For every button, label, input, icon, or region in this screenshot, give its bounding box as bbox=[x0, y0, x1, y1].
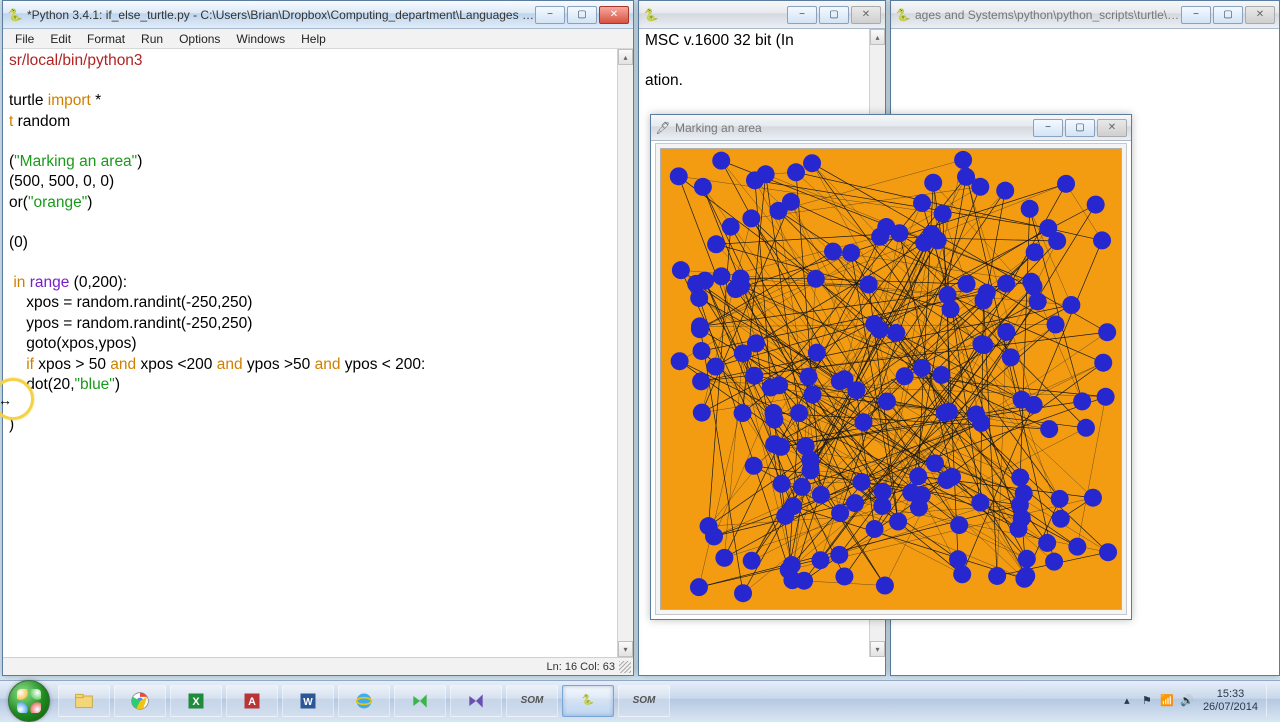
system-tray: ▴ ⚑ 📶 🔊 15:33 26/07/2014 bbox=[1119, 685, 1280, 717]
minimize-button[interactable]: − bbox=[1181, 6, 1211, 24]
cursor-position: Ln: 16 Col: 63 bbox=[547, 661, 616, 673]
maximize-button[interactable]: ▢ bbox=[567, 6, 597, 24]
task-excel[interactable]: X bbox=[170, 685, 222, 717]
task-explorer[interactable] bbox=[58, 685, 110, 717]
tray-volume-icon[interactable]: 🔊 bbox=[1179, 693, 1195, 709]
editor-window: 🐍 *Python 3.4.1: if_else_turtle.py - C:\… bbox=[2, 0, 634, 676]
tray-clock[interactable]: 15:33 26/07/2014 bbox=[1203, 688, 1258, 714]
close-button[interactable]: ✕ bbox=[1097, 119, 1127, 137]
turtle-titlebar[interactable]: 🖋 Marking an area − ▢ ✕ bbox=[651, 115, 1131, 141]
tray-network-icon[interactable]: 📶 bbox=[1159, 693, 1175, 709]
task-access[interactable]: A bbox=[226, 685, 278, 717]
taskbar-items: X A W SOM 🐍 SOM bbox=[58, 681, 670, 720]
taskbar: X A W SOM 🐍 SOM ▴ ⚑ 📶 🔊 15:33 26/07/2014 bbox=[0, 680, 1280, 720]
task-python-active[interactable]: 🐍 bbox=[562, 685, 614, 717]
scroll-up-icon[interactable]: ▴ bbox=[618, 49, 633, 65]
tray-flag-icon[interactable]: ⚑ bbox=[1139, 693, 1155, 709]
clock-time: 15:33 bbox=[1203, 688, 1258, 701]
scroll-down-icon[interactable]: ▾ bbox=[618, 641, 633, 657]
close-button[interactable]: ✕ bbox=[1245, 6, 1275, 24]
task-ie[interactable] bbox=[338, 685, 390, 717]
svg-text:W: W bbox=[303, 697, 313, 708]
editor-statusbar: Ln: 16 Col: 63 bbox=[3, 657, 633, 675]
menu-format[interactable]: Format bbox=[79, 30, 133, 48]
maximize-button[interactable]: ▢ bbox=[1213, 6, 1243, 24]
resize-grip-icon[interactable] bbox=[619, 661, 631, 673]
task-som-1[interactable]: SOM bbox=[506, 685, 558, 717]
svg-text:X: X bbox=[192, 696, 200, 708]
python-icon: 🐍 bbox=[895, 7, 911, 23]
minimize-button[interactable]: − bbox=[787, 6, 817, 24]
show-desktop-button[interactable] bbox=[1266, 685, 1274, 717]
editor-title: *Python 3.4.1: if_else_turtle.py - C:\Us… bbox=[27, 8, 535, 22]
editor-titlebar[interactable]: 🐍 *Python 3.4.1: if_else_turtle.py - C:\… bbox=[3, 1, 633, 29]
shell-titlebar[interactable]: 🐍 − ▢ ✕ bbox=[639, 1, 885, 29]
menu-options[interactable]: Options bbox=[171, 30, 228, 48]
close-button[interactable]: ✕ bbox=[599, 6, 629, 24]
task-vs-green[interactable] bbox=[394, 685, 446, 717]
editor-scrollbar[interactable]: ▴ ▾ bbox=[617, 49, 633, 657]
task-vs-purple[interactable] bbox=[450, 685, 502, 717]
python-icon: 🐍 bbox=[7, 7, 23, 23]
far-window-title: ages and Systems\python\python_scripts\t… bbox=[915, 8, 1181, 22]
turtle-title: Marking an area bbox=[675, 121, 1033, 135]
turtle-canvas bbox=[661, 149, 1121, 609]
scroll-down-icon[interactable]: ▾ bbox=[870, 641, 885, 657]
close-button[interactable]: ✕ bbox=[851, 6, 881, 24]
turtle-icon: 🖋 bbox=[655, 120, 671, 136]
menu-file[interactable]: File bbox=[7, 30, 42, 48]
task-som-2[interactable]: SOM bbox=[618, 685, 670, 717]
menu-help[interactable]: Help bbox=[293, 30, 334, 48]
tray-up-icon[interactable]: ▴ bbox=[1119, 693, 1135, 709]
editor-menubar: File Edit Format Run Options Windows Hel… bbox=[3, 29, 633, 49]
scroll-up-icon[interactable]: ▴ bbox=[870, 29, 885, 45]
maximize-button[interactable]: ▢ bbox=[819, 6, 849, 24]
start-button[interactable] bbox=[8, 680, 50, 722]
menu-windows[interactable]: Windows bbox=[228, 30, 293, 48]
clock-date: 26/07/2014 bbox=[1203, 701, 1258, 714]
task-chrome[interactable] bbox=[114, 685, 166, 717]
turtle-window: 🖋 Marking an area − ▢ ✕ bbox=[650, 114, 1132, 620]
far-window-titlebar[interactable]: 🐍 ages and Systems\python\python_scripts… bbox=[891, 1, 1279, 29]
menu-edit[interactable]: Edit bbox=[42, 30, 79, 48]
python-icon: 🐍 bbox=[643, 7, 659, 23]
maximize-button[interactable]: ▢ bbox=[1065, 119, 1095, 137]
code-editor[interactable]: sr/local/bin/python3 turtle import * t r… bbox=[3, 49, 617, 657]
minimize-button[interactable]: − bbox=[535, 6, 565, 24]
minimize-button[interactable]: − bbox=[1033, 119, 1063, 137]
turtle-canvas-wrap bbox=[655, 143, 1127, 615]
task-word[interactable]: W bbox=[282, 685, 334, 717]
menu-run[interactable]: Run bbox=[133, 30, 171, 48]
svg-text:A: A bbox=[248, 696, 256, 708]
